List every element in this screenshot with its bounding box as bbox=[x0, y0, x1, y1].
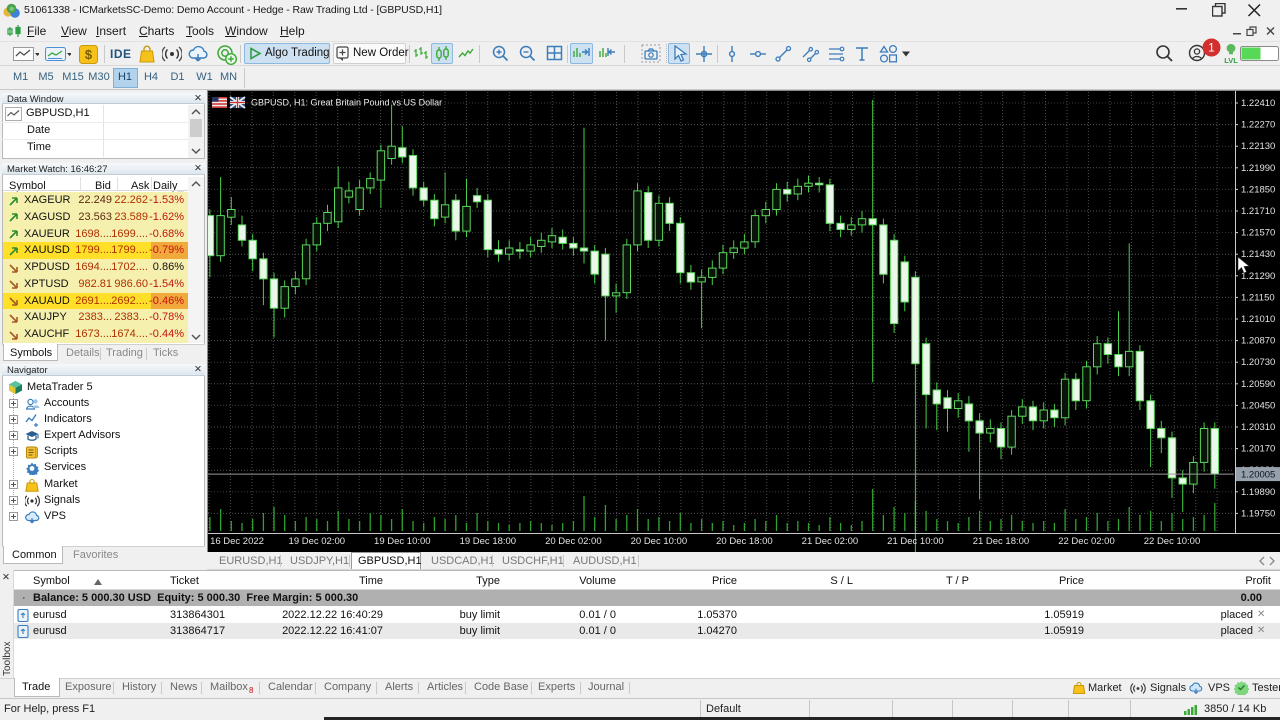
svg-text:20 Dec 18:00: 20 Dec 18:00 bbox=[716, 536, 773, 547]
svg-text:22 Dec 02:00: 22 Dec 02:00 bbox=[1058, 536, 1115, 547]
svg-text:1.21290: 1.21290 bbox=[1241, 271, 1275, 282]
svg-text:21 Dec 18:00: 21 Dec 18:00 bbox=[973, 536, 1030, 547]
svg-text:1.20170: 1.20170 bbox=[1241, 444, 1275, 455]
svg-text:GBPUSD, H1: Great Britain Pou: GBPUSD, H1: Great Britain Pound vs US Do… bbox=[251, 98, 442, 108]
svg-text:1.21430: 1.21430 bbox=[1241, 249, 1275, 260]
svg-text:1.19890: 1.19890 bbox=[1241, 487, 1275, 498]
svg-text:1.20005: 1.20005 bbox=[1241, 470, 1275, 481]
svg-text:21 Dec 10:00: 21 Dec 10:00 bbox=[887, 536, 944, 547]
svg-text:20 Dec 02:00: 20 Dec 02:00 bbox=[545, 536, 602, 547]
svg-text:16 Dec 2022: 16 Dec 2022 bbox=[210, 536, 264, 547]
svg-text:1.20590: 1.20590 bbox=[1241, 379, 1275, 390]
svg-text:1.21150: 1.21150 bbox=[1241, 292, 1275, 303]
svg-text:1.21710: 1.21710 bbox=[1241, 206, 1275, 217]
svg-text:19 Dec 02:00: 19 Dec 02:00 bbox=[289, 536, 346, 547]
svg-text:1.20310: 1.20310 bbox=[1241, 422, 1275, 433]
svg-text:1.21010: 1.21010 bbox=[1241, 314, 1275, 325]
svg-text:1.21850: 1.21850 bbox=[1241, 184, 1275, 195]
svg-text:1.22410: 1.22410 bbox=[1241, 98, 1275, 109]
svg-text:20 Dec 10:00: 20 Dec 10:00 bbox=[631, 536, 688, 547]
svg-text:$: $ bbox=[85, 47, 93, 62]
svg-text:1.20450: 1.20450 bbox=[1241, 400, 1275, 411]
svg-text:21 Dec 02:00: 21 Dec 02:00 bbox=[802, 536, 859, 547]
svg-text:19 Dec 10:00: 19 Dec 10:00 bbox=[374, 536, 431, 547]
svg-text:1: 1 bbox=[1208, 43, 1214, 55]
svg-text:1.21570: 1.21570 bbox=[1241, 228, 1275, 239]
svg-text:1.19750: 1.19750 bbox=[1241, 508, 1275, 519]
svg-text:1.22130: 1.22130 bbox=[1241, 141, 1275, 152]
svg-text:1.20730: 1.20730 bbox=[1241, 357, 1275, 368]
svg-text:1.21990: 1.21990 bbox=[1241, 163, 1275, 174]
svg-text:19 Dec 18:00: 19 Dec 18:00 bbox=[460, 536, 517, 547]
svg-text:1.20870: 1.20870 bbox=[1241, 336, 1275, 347]
svg-text:22 Dec 10:00: 22 Dec 10:00 bbox=[1144, 536, 1201, 547]
svg-text:1.22270: 1.22270 bbox=[1241, 120, 1275, 131]
svg-text:LVL: LVL bbox=[1224, 56, 1238, 64]
